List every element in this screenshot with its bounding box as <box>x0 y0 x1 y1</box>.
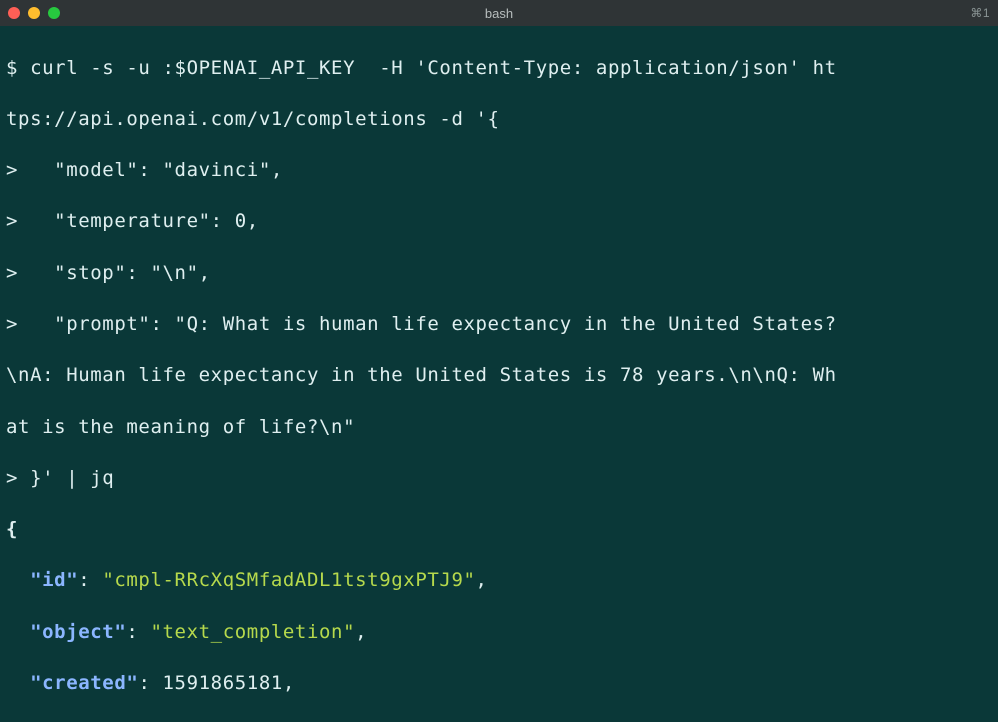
prompt-ps2: > <box>6 159 54 181</box>
window-titlebar: bash ⌘1 <box>0 0 998 26</box>
close-icon[interactable] <box>8 7 20 19</box>
cmd-text: \nA: Human life expectancy in the United… <box>6 364 837 386</box>
cmd-body-temperature: > "temperature": 0, <box>6 209 992 235</box>
json-open-brace: { <box>6 517 992 543</box>
window-title: bash <box>0 6 998 21</box>
prompt-ps1: $ <box>6 57 30 79</box>
json-created: "created": 1591865181, <box>6 671 992 697</box>
cmd-text: }' | jq <box>30 467 114 489</box>
json-object: "object": "text_completion", <box>6 620 992 646</box>
cmd-pipe: > }' | jq <box>6 466 992 492</box>
window-controls <box>8 7 60 19</box>
window-shortcut-hint: ⌘1 <box>970 6 990 20</box>
minimize-icon[interactable] <box>28 7 40 19</box>
json-key: "object" <box>30 621 126 643</box>
prompt-ps2: > <box>6 210 54 232</box>
json-value: "cmpl-RRcXqSMfadADL1tst9gxPTJ9" <box>102 569 475 591</box>
cmd-text: at is the meaning of life?\n" <box>6 416 355 438</box>
cmd-text: "stop": "\n", <box>54 262 211 284</box>
json-value: 1591865181 <box>163 672 283 694</box>
json-key: "created" <box>30 672 138 694</box>
cmd-text: "model": "davinci", <box>54 159 283 181</box>
cmd-body-prompt-c: at is the meaning of life?\n" <box>6 415 992 441</box>
prompt-ps2: > <box>6 262 54 284</box>
terminal-body[interactable]: $ curl -s -u :$OPENAI_API_KEY -H 'Conten… <box>0 26 998 722</box>
cmd-text: "temperature": 0, <box>54 210 259 232</box>
cmd-line-1: $ curl -s -u :$OPENAI_API_KEY -H 'Conten… <box>6 56 992 82</box>
cmd-body-prompt-a: > "prompt": "Q: What is human life expec… <box>6 312 992 338</box>
cmd-text: tps://api.openai.com/v1/completions -d '… <box>6 108 500 130</box>
cmd-text: "prompt": "Q: What is human life expecta… <box>54 313 837 335</box>
zoom-icon[interactable] <box>48 7 60 19</box>
json-value: "text_completion" <box>150 621 355 643</box>
json-id: "id": "cmpl-RRcXqSMfadADL1tst9gxPTJ9", <box>6 568 992 594</box>
cmd-line-2: tps://api.openai.com/v1/completions -d '… <box>6 107 992 133</box>
json-key: "id" <box>30 569 78 591</box>
cmd-body-model: > "model": "davinci", <box>6 158 992 184</box>
cmd-body-stop: > "stop": "\n", <box>6 261 992 287</box>
prompt-ps2: > <box>6 313 54 335</box>
cmd-text: curl -s -u :$OPENAI_API_KEY -H 'Content-… <box>30 57 837 79</box>
prompt-ps2: > <box>6 467 30 489</box>
cmd-body-prompt-b: \nA: Human life expectancy in the United… <box>6 363 992 389</box>
